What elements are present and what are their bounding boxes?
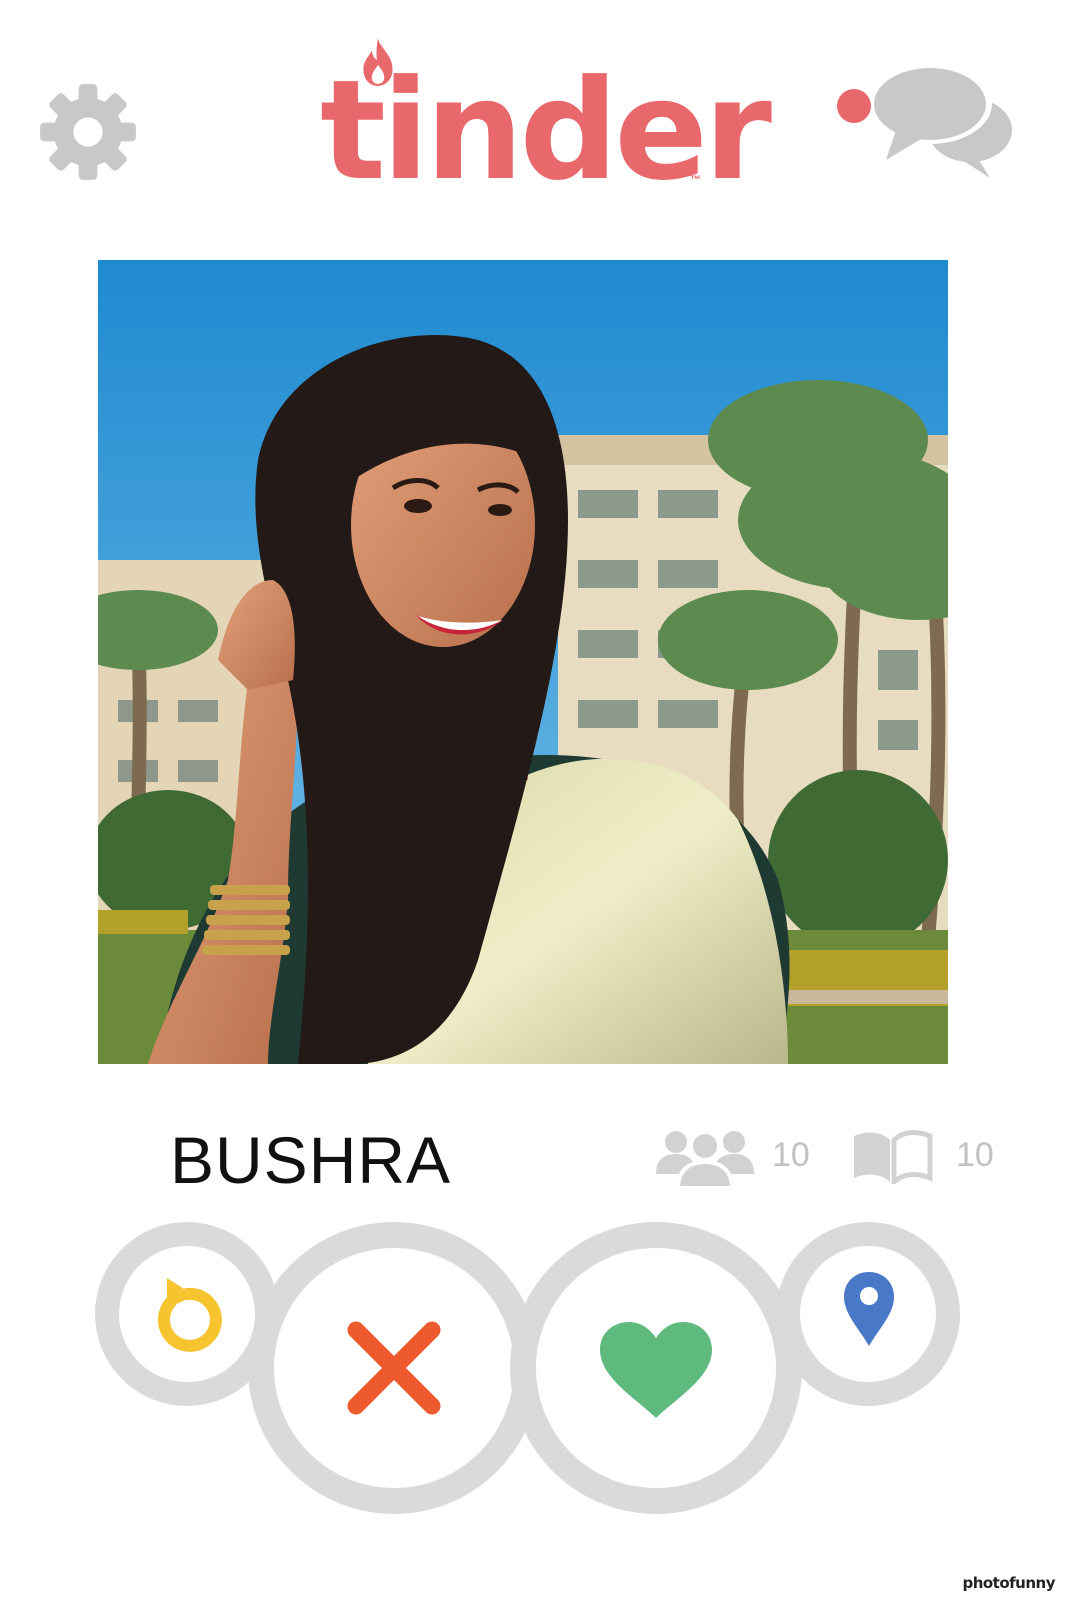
close-icon [347,1321,441,1415]
flame-icon [363,38,393,86]
location-button[interactable] [776,1222,960,1406]
profile-photo[interactable] [98,260,948,1064]
book-icon [854,1130,933,1184]
mutual-friends-icon [656,1130,754,1190]
location-pin-icon [844,1272,894,1346]
heart-icon [600,1322,712,1418]
gear-icon[interactable] [36,80,140,184]
mutual-friends-count: 10 [772,1136,810,1174]
rewind-icon [157,1278,222,1352]
profile-name: BUSHRA [170,1123,452,1197]
chat-bubbles-icon[interactable] [834,60,1014,184]
like-button[interactable] [510,1222,802,1514]
notification-dot [837,89,871,123]
watermark: photofunny [962,1574,1055,1592]
nope-button[interactable] [248,1222,540,1514]
common-interests-count: 10 [956,1136,994,1174]
trademark-symbol: ™ [690,174,701,186]
